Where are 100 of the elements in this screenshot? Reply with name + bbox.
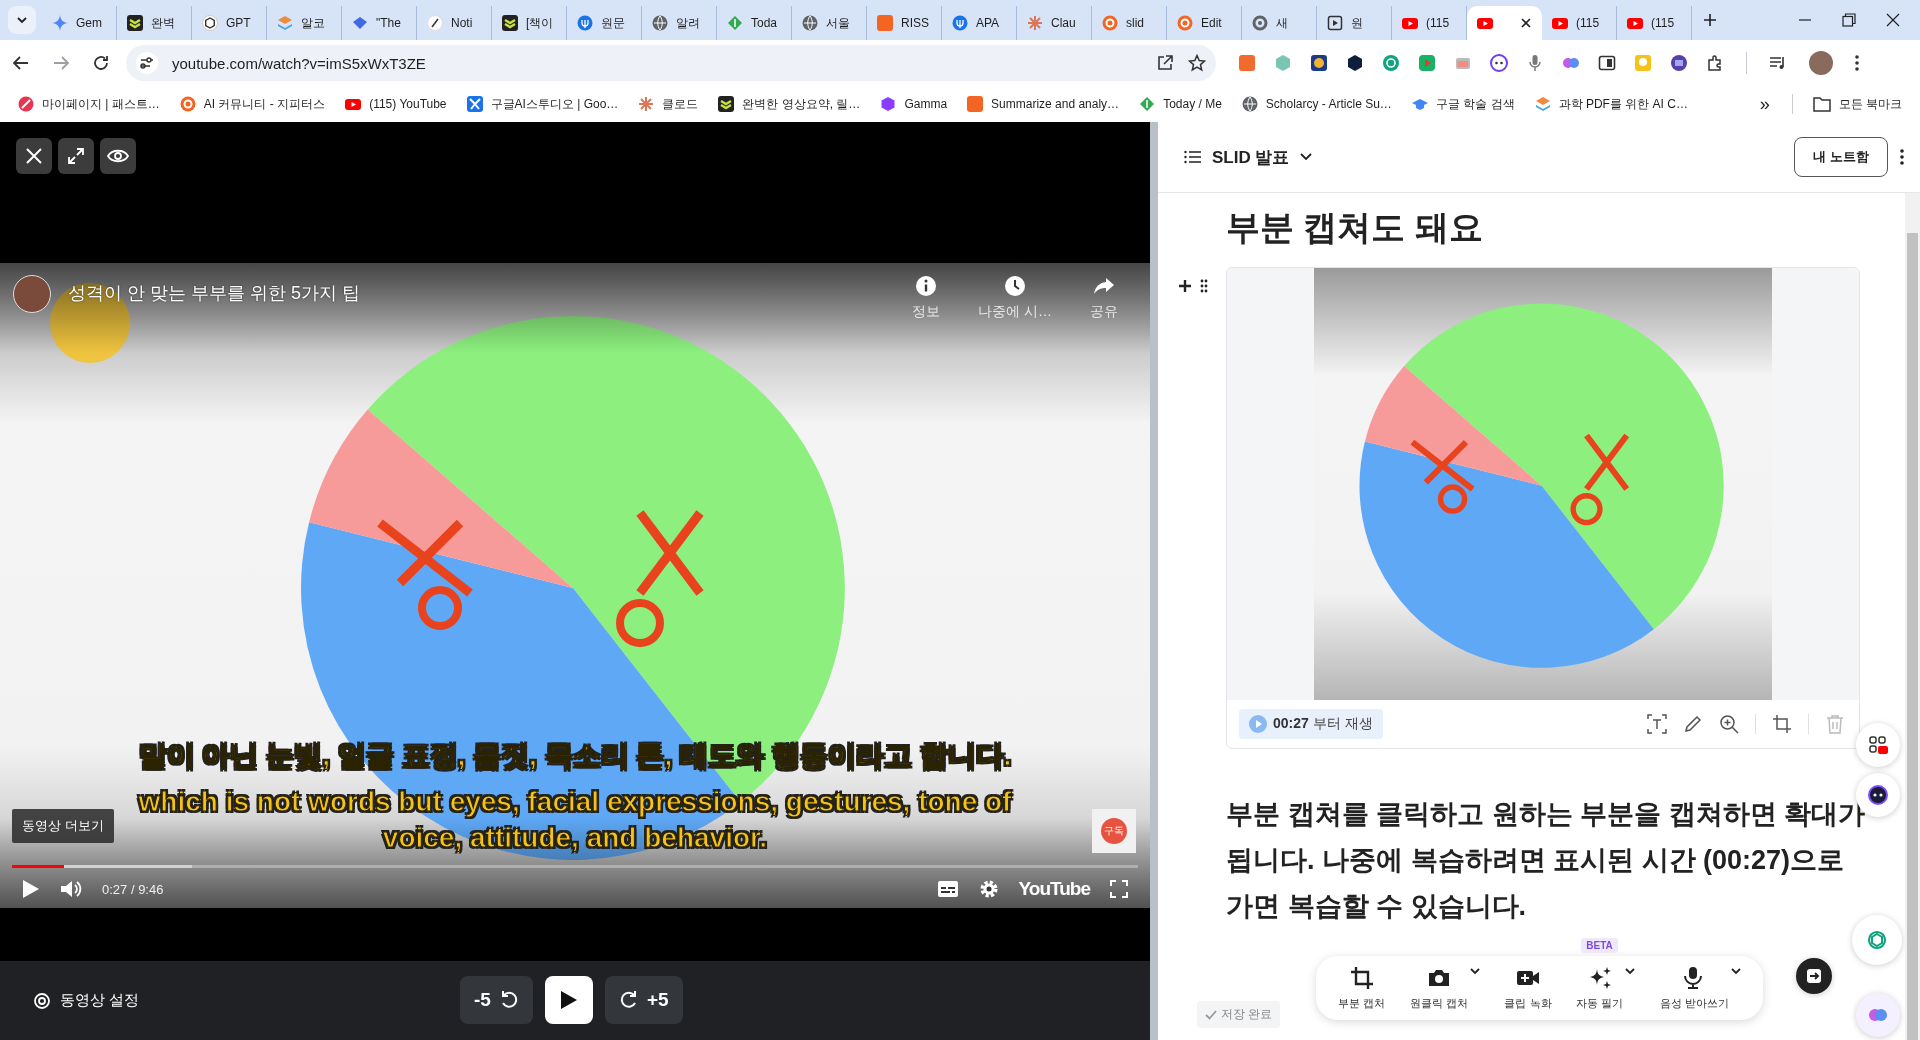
capture-tool-button[interactable]: 음성 받아쓰기 xyxy=(1659,965,1729,1011)
drag-handle-icon[interactable] xyxy=(1200,279,1208,293)
list-icon xyxy=(1184,150,1202,164)
more-videos-label[interactable]: 동영상 더보기 xyxy=(12,809,114,843)
more-icon[interactable] xyxy=(1900,148,1904,166)
play-from-button[interactable]: 00:27 부터 재생 xyxy=(1239,709,1383,739)
capture-tool-button[interactable]: 부분 캡처 xyxy=(1338,965,1386,1011)
bookmark[interactable]: (115) YouTube xyxy=(337,93,455,115)
volume-icon[interactable] xyxy=(60,879,82,899)
play-icon xyxy=(1327,15,1343,31)
settings-icon[interactable] xyxy=(978,879,999,899)
scrollbar[interactable] xyxy=(1905,193,1920,1040)
close-button[interactable] xyxy=(16,138,52,174)
browser-tab[interactable] xyxy=(1467,6,1542,40)
bookmark-title: 구글 학술 검색 xyxy=(1435,95,1515,113)
star-icon[interactable] xyxy=(1188,54,1206,72)
text-scan-icon[interactable] xyxy=(1647,714,1667,734)
bookmark-title: 구글AI스투디오 | Goo… xyxy=(490,95,619,113)
sidebar-icon[interactable] xyxy=(1598,54,1616,72)
plus-icon[interactable] xyxy=(1702,12,1718,28)
play-button[interactable] xyxy=(544,976,593,1024)
microphone-icon[interactable] xyxy=(1526,54,1544,72)
zoom-in-icon[interactable] xyxy=(1719,714,1739,734)
clock-icon xyxy=(1004,275,1027,297)
eye-icon xyxy=(107,148,129,164)
bookmark-title: AI 커뮤니티 - 지피터스 xyxy=(203,95,326,113)
bookmark[interactable]: 완벽한 영상요약, 릴… xyxy=(710,92,869,116)
more-bookmarks-button[interactable]: » xyxy=(1749,93,1780,115)
my-notes-button[interactable]: 내 노트함 xyxy=(1794,137,1888,177)
rewind-button[interactable]: -5 xyxy=(460,976,533,1024)
video-settings-button[interactable]: 동영상 설정 xyxy=(32,990,140,1011)
site-settings-icon[interactable] xyxy=(136,52,158,74)
bookmark[interactable]: Today / Me xyxy=(1131,93,1230,115)
bookmark[interactable]: Summarize and analy… xyxy=(959,93,1128,115)
note-heading: 부분 캡쳐도 돼요 xyxy=(1226,207,1484,248)
more-icon[interactable] xyxy=(1855,54,1859,72)
play-icon[interactable] xyxy=(22,879,40,899)
bookmark[interactable]: Gamma xyxy=(872,93,956,115)
bookmark[interactable]: AI 커뮤니티 - 지피터스 xyxy=(171,92,334,116)
plus-icon[interactable] xyxy=(1178,279,1192,293)
brand-logo[interactable]: YouTube xyxy=(1018,878,1090,900)
ring-icon xyxy=(1252,15,1268,31)
folder-icon xyxy=(1812,96,1831,112)
capture-tool-button[interactable]: 원클릭 캡처 xyxy=(1409,965,1468,1011)
reload-icon[interactable] xyxy=(92,54,110,72)
forward-icon[interactable] xyxy=(52,54,70,72)
expand-button[interactable] xyxy=(58,138,94,174)
bookmark-title: Today / Me xyxy=(1163,97,1222,111)
address-bar[interactable]: youtube.com/watch?v=imS5xWxT3ZE xyxy=(126,45,1216,81)
video-title[interactable]: 성격이 안 맞는 부부를 위한 5가지 팁 xyxy=(68,281,361,305)
forward-icon xyxy=(618,990,639,1010)
diamond-icon xyxy=(352,15,368,31)
fullscreen-icon[interactable] xyxy=(1110,880,1128,898)
action-label: 나중에 시… xyxy=(978,303,1052,321)
video-play-icon xyxy=(345,96,362,112)
playlist-icon[interactable] xyxy=(1769,54,1787,72)
all-bookmarks-folder[interactable]: 모든 북마크 xyxy=(1804,92,1910,116)
restore-icon[interactable] xyxy=(1842,13,1856,27)
bookmark[interactable]: 구글 학술 검색 xyxy=(1403,92,1523,116)
captions-icon[interactable] xyxy=(936,880,959,898)
open-external-icon[interactable] xyxy=(1156,54,1174,72)
note-paragraph: 부분 캡쳐를 클릭하고 원하는 부분을 캡쳐하면 확대가 됩니다. 나중에 복습하려면 표시된 시간 (00:27)으로 가면 복습할 수 있습니다. xyxy=(1226,798,1866,923)
settings-icon xyxy=(32,990,52,1011)
bookmark[interactable]: Scholarcy - Article Su… xyxy=(1233,93,1400,115)
caret-icon[interactable] xyxy=(1469,965,1480,976)
forward-button[interactable]: +5 xyxy=(604,976,683,1024)
view-button[interactable] xyxy=(100,138,136,174)
caret-icon[interactable] xyxy=(1730,965,1741,976)
bookmark-title: (115) YouTube xyxy=(369,97,447,111)
bookmark[interactable]: 구글AI스투디오 | Goo… xyxy=(458,92,627,116)
tab-search-button[interactable] xyxy=(8,6,36,34)
sparkle-icon xyxy=(52,15,68,31)
avatar[interactable] xyxy=(1809,51,1833,75)
bookmark[interactable]: 클로드 xyxy=(630,92,707,116)
layers-icon xyxy=(277,15,293,31)
subscribe-button[interactable]: 구독 xyxy=(1092,809,1136,853)
square-icon xyxy=(877,15,893,31)
folder-title: 모든 북마크 xyxy=(1838,95,1902,113)
bookmark[interactable]: 과학 PDF를 위한 AI C… xyxy=(1526,92,1696,116)
caret-icon[interactable] xyxy=(1625,965,1636,976)
pencil-icon[interactable] xyxy=(1683,714,1703,734)
layers-icon xyxy=(1534,96,1551,112)
hexagon-icon[interactable] xyxy=(1346,54,1364,72)
puzzle-icon[interactable] xyxy=(1706,54,1724,72)
crop-icon[interactable] xyxy=(1772,714,1792,734)
square-icon[interactable] xyxy=(1238,54,1256,72)
close-icon[interactable] xyxy=(1886,13,1900,27)
notebook-selector[interactable]: SLID 발표 xyxy=(1184,145,1314,169)
gem-icon xyxy=(880,96,897,112)
close-icon[interactable] xyxy=(1520,17,1532,29)
face-icon[interactable] xyxy=(1490,54,1508,72)
bookmark[interactable]: 마이페이지 | 패스트… xyxy=(10,92,168,116)
video-play-icon xyxy=(1477,15,1493,31)
play-icon[interactable] xyxy=(1418,54,1436,72)
back-icon[interactable] xyxy=(12,54,30,72)
capture-tool-button[interactable]: 클립 녹화 xyxy=(1504,965,1552,1011)
circle-icon[interactable] xyxy=(1670,54,1688,72)
butterfly-icon xyxy=(466,96,483,112)
swirl-icon xyxy=(1177,15,1193,31)
floating-button[interactable] xyxy=(1796,958,1832,994)
